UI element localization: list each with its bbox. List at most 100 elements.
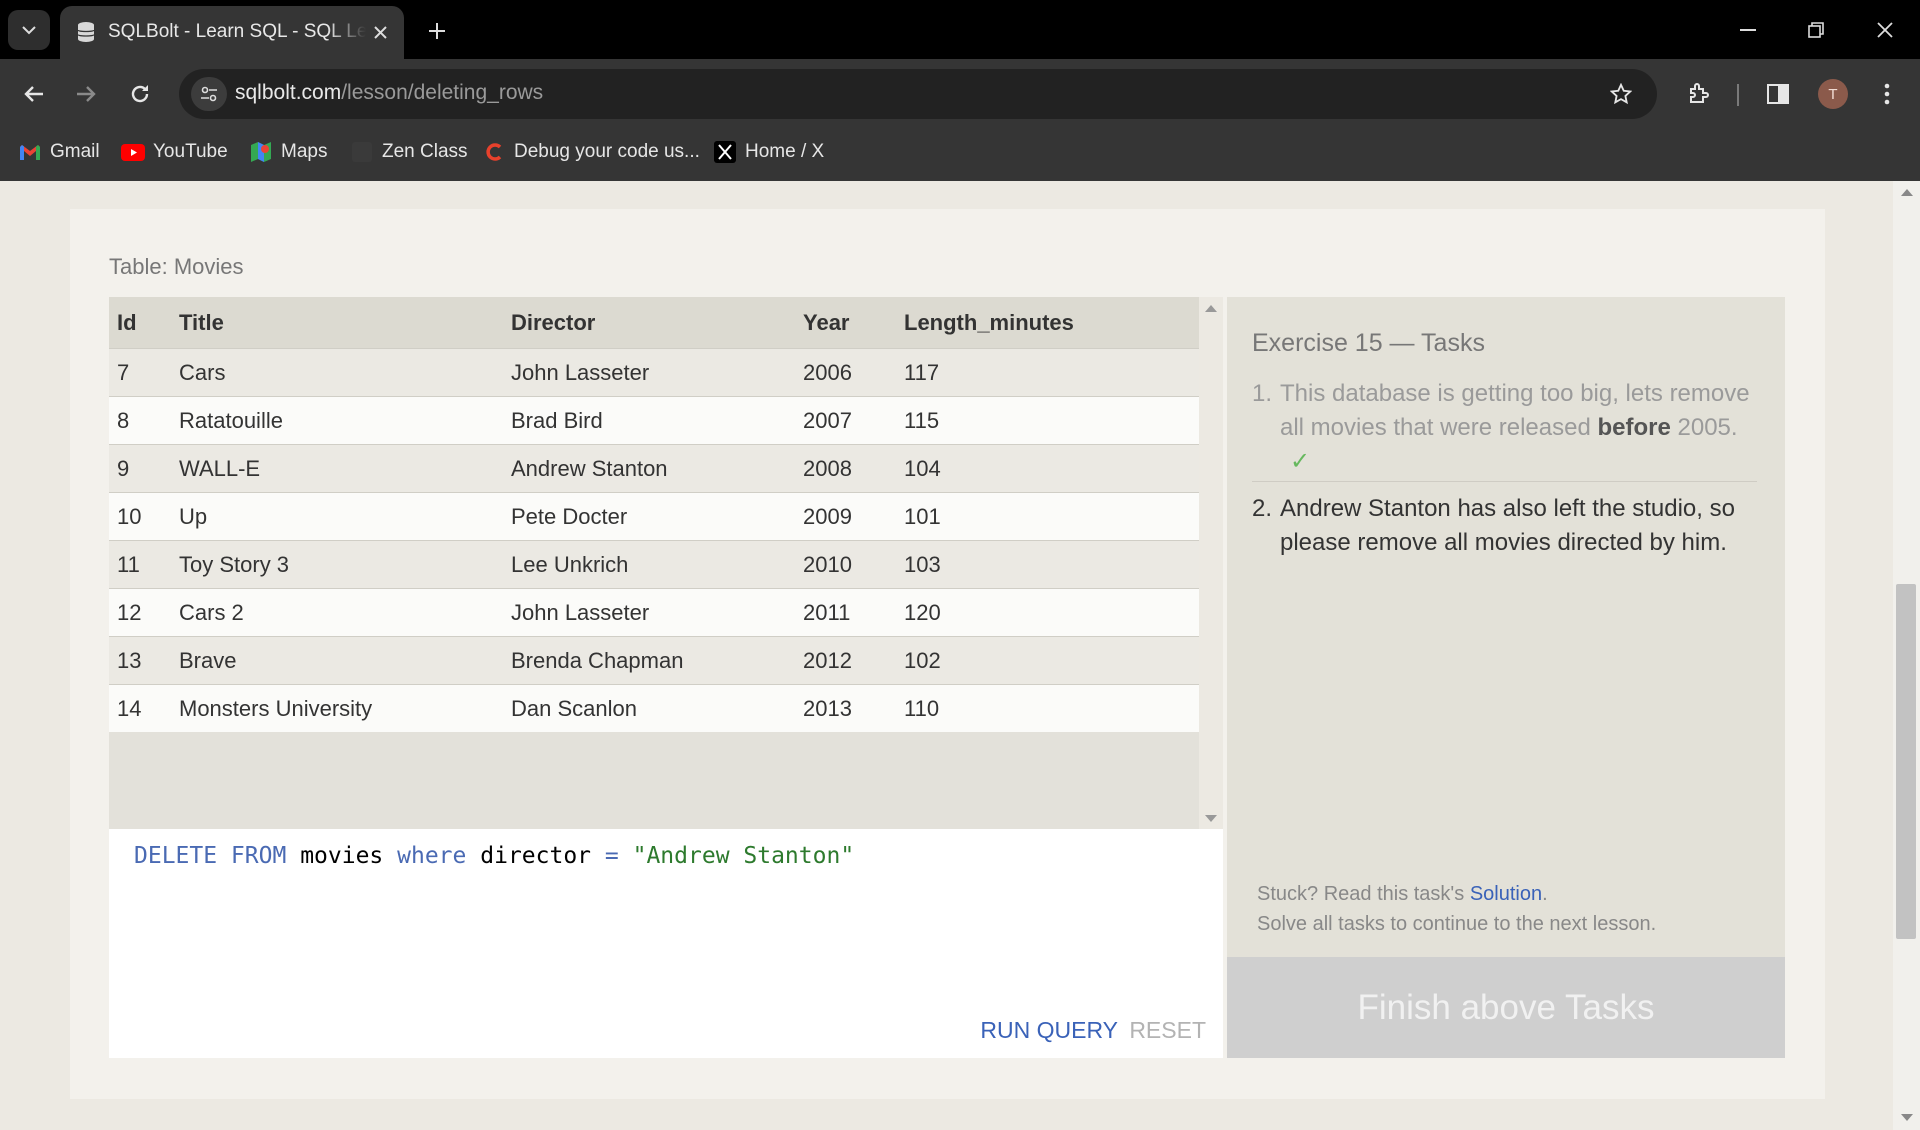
cell-director: John Lasseter xyxy=(503,588,795,637)
sql-operator: = xyxy=(604,843,619,869)
finish-tasks-button[interactable]: Finish above Tasks xyxy=(1227,957,1785,1058)
scroll-down-arrow-icon[interactable] xyxy=(1205,815,1217,822)
tasks-title: Exercise 15 — Tasks xyxy=(1252,329,1485,357)
reload-button[interactable] xyxy=(118,72,162,116)
address-bar[interactable]: sqlbolt.com/lesson/deleting_rows xyxy=(179,69,1657,119)
movies-table: Id Title Director Year Length_minutes 7C… xyxy=(109,297,1199,732)
solution-link[interactable]: Solution xyxy=(1470,883,1542,905)
x-icon xyxy=(713,140,737,164)
bookmark-label: Debug your code us... xyxy=(514,141,700,162)
page-scrollbar[interactable] xyxy=(1893,181,1920,1130)
bookmark-debug-code[interactable]: Debug your code us... xyxy=(482,132,700,172)
bookmark-label: Maps xyxy=(281,141,328,162)
sql-keyword: DELETE FROM xyxy=(134,843,287,869)
close-icon xyxy=(1877,22,1893,38)
arrow-right-icon xyxy=(77,86,96,102)
tab-title: SQLBolt - Learn SQL - SQL Lesson 15: Del… xyxy=(108,21,366,42)
cell-length: 101 xyxy=(896,492,1199,541)
gmail-icon xyxy=(18,140,42,164)
cell-id: 7 xyxy=(109,348,171,397)
minimize-icon xyxy=(1740,29,1756,31)
task-text: 2005. xyxy=(1670,414,1738,441)
bookmark-zen-class[interactable]: Zen Class xyxy=(350,132,468,172)
cell-director: Brad Bird xyxy=(503,396,795,445)
cell-length: 115 xyxy=(896,396,1199,445)
cell-title: Brave xyxy=(171,636,503,685)
scroll-up-arrow-icon[interactable] xyxy=(1901,189,1913,196)
side-panel-button[interactable] xyxy=(1758,74,1798,114)
bookmark-label: Home / X xyxy=(745,141,825,162)
table-row: 13 Brave Brenda Chapman 2012 102 xyxy=(109,636,1199,685)
cell-length: 103 xyxy=(896,540,1199,589)
database-favicon-icon xyxy=(77,22,95,42)
scroll-up-arrow-icon[interactable] xyxy=(1205,305,1217,312)
chevron-down-icon xyxy=(22,25,36,34)
browser-menu-button[interactable] xyxy=(1867,74,1907,114)
site-info-button[interactable] xyxy=(191,77,227,111)
results-table-panel[interactable]: Id Title Director Year Length_minutes 7C… xyxy=(109,297,1199,829)
sql-query-text[interactable]: DELETE FROM movies where director = "And… xyxy=(134,843,854,869)
bookmark-label: YouTube xyxy=(153,141,228,162)
extensions-button[interactable] xyxy=(1679,74,1719,114)
scroll-down-arrow-icon[interactable] xyxy=(1901,1114,1913,1121)
bookmark-home-x[interactable]: Home / X xyxy=(713,132,824,172)
scrollbar-thumb[interactable] xyxy=(1896,584,1916,939)
debug-site-icon xyxy=(482,140,506,164)
cell-length: 110 xyxy=(896,684,1199,732)
table-row: 10 Up Pete Docter 2009 101 xyxy=(109,492,1199,541)
cell-director: Lee Unkrich xyxy=(503,540,795,589)
tasks-panel: Exercise 15 — Tasks 1. This database is … xyxy=(1227,297,1785,957)
results-scrollbar[interactable] xyxy=(1199,297,1223,829)
url-text[interactable]: sqlbolt.com/lesson/deleting_rows xyxy=(235,81,543,105)
table-header-row: Id Title Director Year Length_minutes xyxy=(109,297,1199,349)
puzzle-icon xyxy=(1690,83,1709,103)
zen-class-icon xyxy=(350,140,374,164)
cell-title: Ratatouille xyxy=(171,396,503,445)
sql-keyword: where xyxy=(397,843,467,869)
sql-identifier: movies xyxy=(300,843,384,869)
sql-string: "Andrew Stanton" xyxy=(632,843,855,869)
task-number: 2. xyxy=(1252,495,1273,522)
side-panel-icon xyxy=(1767,84,1789,104)
url-path: /lesson/deleting_rows xyxy=(341,81,544,104)
cell-year: 2006 xyxy=(795,348,896,397)
new-tab-button[interactable] xyxy=(420,14,454,48)
toolbar-separator xyxy=(1737,84,1739,106)
sql-editor[interactable]: DELETE FROM movies where director = "And… xyxy=(109,829,1223,1058)
table-row: 8 Ratatouille Brad Bird 2007 115 xyxy=(109,396,1199,445)
cell-length: 120 xyxy=(896,588,1199,637)
url-host: sqlbolt.com xyxy=(235,81,342,104)
forward-button[interactable] xyxy=(64,72,108,116)
bookmark-maps[interactable]: Maps xyxy=(249,132,327,172)
cell-length: 104 xyxy=(896,444,1199,493)
bookmark-youtube[interactable]: YouTube xyxy=(121,132,228,172)
column-header: Title xyxy=(171,297,503,349)
star-icon xyxy=(1610,83,1632,105)
exercise-card: Table: Movies Id Title Director Year Len… xyxy=(70,209,1825,1099)
stuck-hint: Stuck? Read this task's Solution. xyxy=(1257,883,1777,906)
reset-button[interactable]: RESET xyxy=(1129,1017,1206,1044)
profile-avatar[interactable]: T xyxy=(1818,79,1848,109)
column-header: Year xyxy=(795,297,896,349)
bookmark-star-button[interactable] xyxy=(1605,78,1637,110)
close-icon xyxy=(373,25,387,39)
more-vertical-icon xyxy=(1884,83,1890,105)
task-number: 1. xyxy=(1252,380,1273,407)
close-window-button[interactable] xyxy=(1860,8,1910,52)
back-button[interactable] xyxy=(12,72,56,116)
browser-toolbar: sqlbolt.com/lesson/deleting_rows T Gmail… xyxy=(0,59,1920,189)
tab-search-button[interactable] xyxy=(8,10,50,50)
cell-id: 14 xyxy=(109,684,171,732)
browser-tab-active[interactable]: SQLBolt - Learn SQL - SQL Lesson 15: Del… xyxy=(60,6,404,59)
restore-button[interactable] xyxy=(1791,8,1841,52)
minimize-button[interactable] xyxy=(1723,8,1773,52)
run-query-button[interactable]: RUN QUERY xyxy=(980,1017,1118,1044)
bookmark-label: Gmail xyxy=(50,141,100,162)
table-row: 14 Monsters University Dan Scanlon 2013 110 xyxy=(109,684,1199,732)
tab-close-button[interactable] xyxy=(368,20,392,44)
cell-id: 13 xyxy=(109,636,171,685)
cell-id: 8 xyxy=(109,396,171,445)
cell-title: Toy Story 3 xyxy=(171,540,503,589)
cell-director: Andrew Stanton xyxy=(503,444,795,493)
bookmark-gmail[interactable]: Gmail xyxy=(18,132,100,172)
